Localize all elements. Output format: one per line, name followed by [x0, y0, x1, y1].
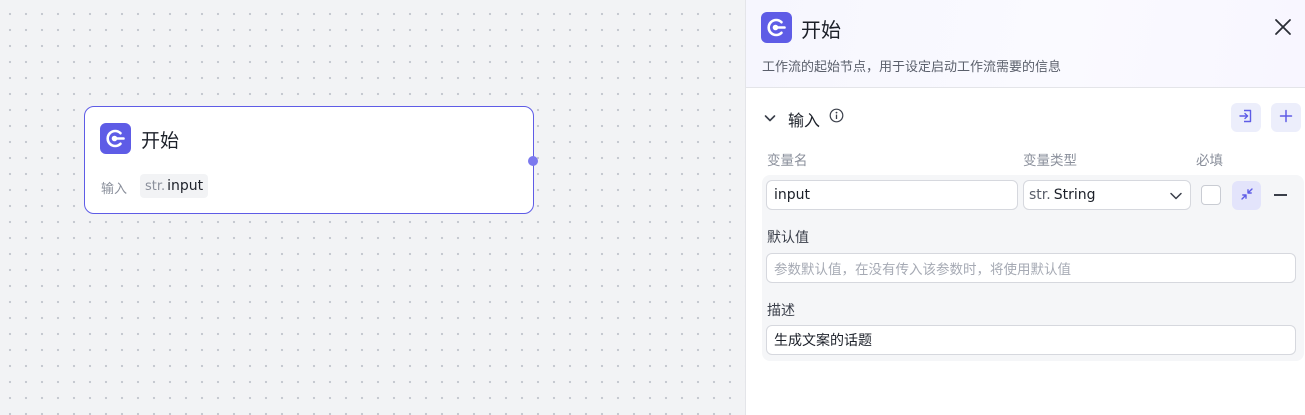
node-title: 开始 — [141, 130, 180, 152]
import-icon — [1238, 108, 1254, 128]
close-icon[interactable] — [1272, 16, 1294, 38]
chevron-down-icon[interactable] — [763, 110, 777, 124]
import-button[interactable] — [1231, 103, 1261, 132]
node-input-name: input — [167, 178, 204, 194]
panel-header: 开始 工作流的起始节点，用于设定启动工作流需要的信息 — [746, 0, 1305, 88]
collapse-icon — [1240, 186, 1254, 205]
node-config-panel: 开始 工作流的起始节点，用于设定启动工作流需要的信息 输入 变量名 变量类型 必… — [745, 0, 1305, 415]
default-value-input[interactable]: 参数默认值，在没有传入该参数时，将使用默认值 — [766, 253, 1296, 283]
type-label: String — [1053, 187, 1096, 203]
column-header-type: 变量类型 — [1023, 153, 1077, 169]
add-variable-button[interactable] — [1271, 103, 1301, 132]
variable-name-input[interactable]: input — [766, 180, 1018, 210]
column-header-name: 变量名 — [767, 153, 808, 169]
node-output-handle[interactable] — [528, 156, 538, 166]
start-node-icon — [100, 123, 131, 154]
info-icon[interactable] — [829, 108, 844, 123]
start-node[interactable]: 开始 输入 str. input — [84, 106, 534, 214]
node-input-type: str. — [145, 178, 166, 194]
type-prefix: str. — [1029, 187, 1051, 203]
node-input-tag: str. input — [140, 174, 209, 198]
remove-variable-icon[interactable] — [1274, 194, 1287, 196]
required-checkbox[interactable] — [1201, 185, 1221, 205]
default-value-label: 默认值 — [767, 230, 809, 246]
workflow-canvas[interactable]: 开始 输入 str. input — [0, 0, 745, 415]
variable-type-select[interactable]: str. String — [1023, 180, 1191, 210]
description-label: 描述 — [767, 303, 795, 319]
panel-description: 工作流的起始节点，用于设定启动工作流需要的信息 — [762, 60, 1062, 75]
plus-icon — [1279, 108, 1293, 127]
chevron-down-icon — [1169, 189, 1183, 207]
collapse-button[interactable] — [1232, 181, 1261, 210]
panel-title: 开始 — [801, 18, 841, 42]
column-header-required: 必填 — [1196, 153, 1223, 169]
section-title: 输入 — [788, 111, 821, 130]
node-input-label: 输入 — [101, 182, 128, 197]
description-input[interactable]: 生成文案的话题 — [766, 325, 1296, 355]
start-node-icon — [761, 12, 792, 43]
